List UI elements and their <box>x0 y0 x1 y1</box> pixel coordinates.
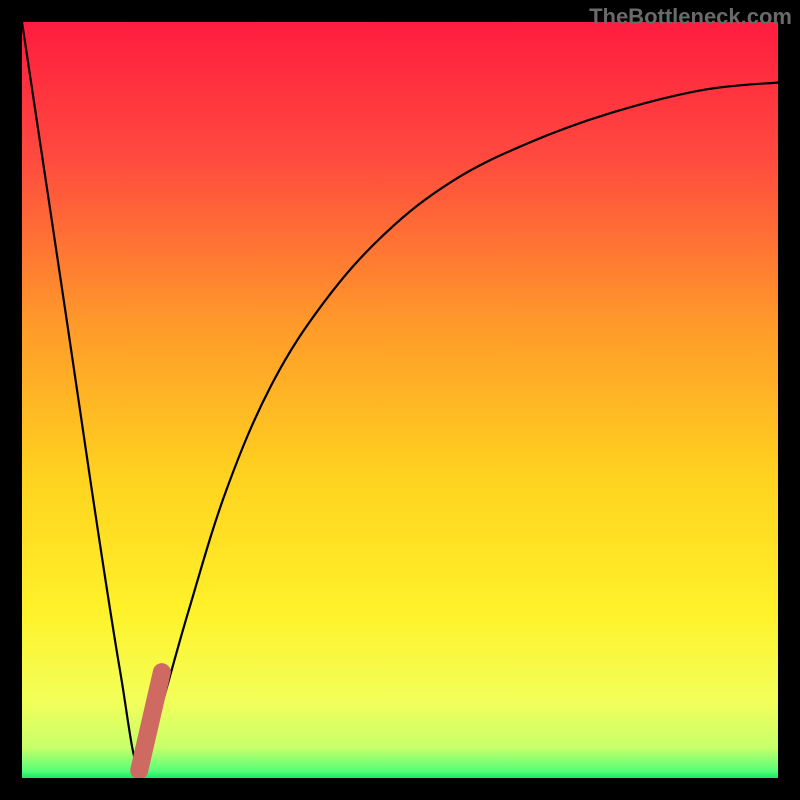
watermark-text: TheBottleneck.com <box>589 4 792 30</box>
chart-frame <box>22 22 778 778</box>
chart-background <box>22 22 778 778</box>
chart-svg <box>22 22 778 778</box>
